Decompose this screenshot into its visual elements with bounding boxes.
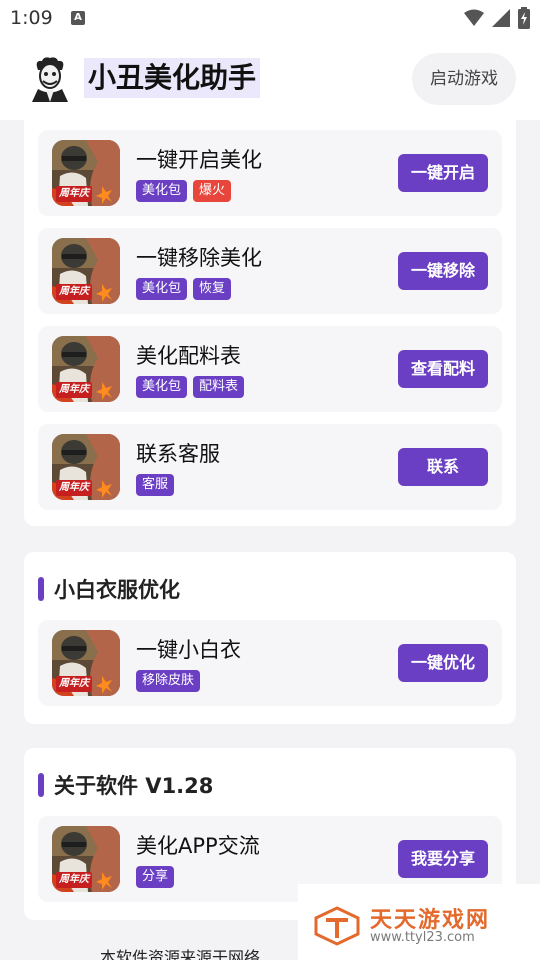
tag: 美化包 xyxy=(136,278,188,300)
section-accent-bar xyxy=(38,577,44,601)
game-icon: 周年庆 xyxy=(52,434,120,500)
tag: 分享 xyxy=(136,866,175,888)
notification-icon: A xyxy=(71,11,85,25)
site-watermark: 天天游戏网 www.ttyl23.com xyxy=(298,884,540,960)
footer-disclaimer: 本软件资源来源于网络 xyxy=(100,948,261,960)
joker-logo-icon xyxy=(32,57,68,102)
enable-beautify-button[interactable]: 一键开启 xyxy=(398,154,488,192)
tag: 配料表 xyxy=(193,376,245,398)
watermark-logo-icon xyxy=(314,906,360,946)
game-icon-badge: 周年庆 xyxy=(56,284,92,300)
tag-hot: 爆火 xyxy=(193,180,232,202)
list-item: 周年庆 联系客服 客服 联系 xyxy=(38,424,502,510)
list-item: 周年庆 一键小白衣 移除皮肤 一键优化 xyxy=(38,620,502,706)
game-icon: 周年庆 xyxy=(52,630,120,696)
list-item: 周年庆 一键开启美化 美化包 爆火 一键开启 xyxy=(38,130,502,216)
view-ingredients-button[interactable]: 查看配料 xyxy=(398,350,488,388)
signal-icon xyxy=(492,9,510,27)
tag: 美化包 xyxy=(136,180,188,202)
remove-beautify-button[interactable]: 一键移除 xyxy=(398,252,488,290)
tag: 美化包 xyxy=(136,376,188,398)
section-label: 关于软件 V1.28 xyxy=(54,774,214,798)
section-label: 小白衣服优化 xyxy=(54,578,180,602)
list-item: 周年庆 一键移除美化 美化包 恢复 一键移除 xyxy=(38,228,502,314)
tag: 移除皮肤 xyxy=(136,670,201,692)
list-item: 周年庆 美化配料表 美化包 配料表 查看配料 xyxy=(38,326,502,412)
game-icon: 周年庆 xyxy=(52,140,120,206)
item-title: 联系客服 xyxy=(136,442,220,466)
status-bar: 1:09 A xyxy=(0,0,540,36)
tag: 恢复 xyxy=(193,278,232,300)
watermark-url: www.ttyl23.com xyxy=(370,930,475,945)
item-title: 一键开启美化 xyxy=(136,148,262,172)
app-bar: 小丑美化助手 启动游戏 xyxy=(0,36,540,120)
status-time: 1:09 xyxy=(10,7,53,29)
beautify-card: 周年庆 一键开启美化 美化包 爆火 一键开启 周年庆 一键移除美化 美化包 恢复… xyxy=(24,120,516,526)
item-title: 美化APP交流 xyxy=(136,834,260,858)
optimize-button[interactable]: 一键优化 xyxy=(398,644,488,682)
white-cloth-card: 小白衣服优化 周年庆 一键小白衣 移除皮肤 一键优化 xyxy=(24,552,516,724)
game-icon: 周年庆 xyxy=(52,336,120,402)
game-icon-badge: 周年庆 xyxy=(56,480,92,496)
tag: 客服 xyxy=(136,474,175,496)
game-icon: 周年庆 xyxy=(52,238,120,304)
section-title: 小白衣服优化 xyxy=(38,574,180,604)
app-title: 小丑美化助手 xyxy=(84,58,261,98)
game-icon-badge: 周年庆 xyxy=(56,676,92,692)
share-button[interactable]: 我要分享 xyxy=(398,840,488,878)
item-title: 一键移除美化 xyxy=(136,246,262,270)
contact-support-button[interactable]: 联系 xyxy=(398,448,488,486)
game-icon-badge: 周年庆 xyxy=(56,872,92,888)
game-icon-badge: 周年庆 xyxy=(56,382,92,398)
wifi-icon xyxy=(464,9,484,26)
item-title: 美化配料表 xyxy=(136,344,241,368)
game-icon-badge: 周年庆 xyxy=(56,186,92,202)
section-accent-bar xyxy=(38,773,44,797)
status-icons xyxy=(464,7,530,29)
launch-game-button[interactable]: 启动游戏 xyxy=(412,53,516,105)
battery-icon xyxy=(518,7,530,29)
game-icon: 周年庆 xyxy=(52,826,120,892)
item-title: 一键小白衣 xyxy=(136,638,241,662)
section-title: 关于软件 V1.28 xyxy=(38,770,213,800)
